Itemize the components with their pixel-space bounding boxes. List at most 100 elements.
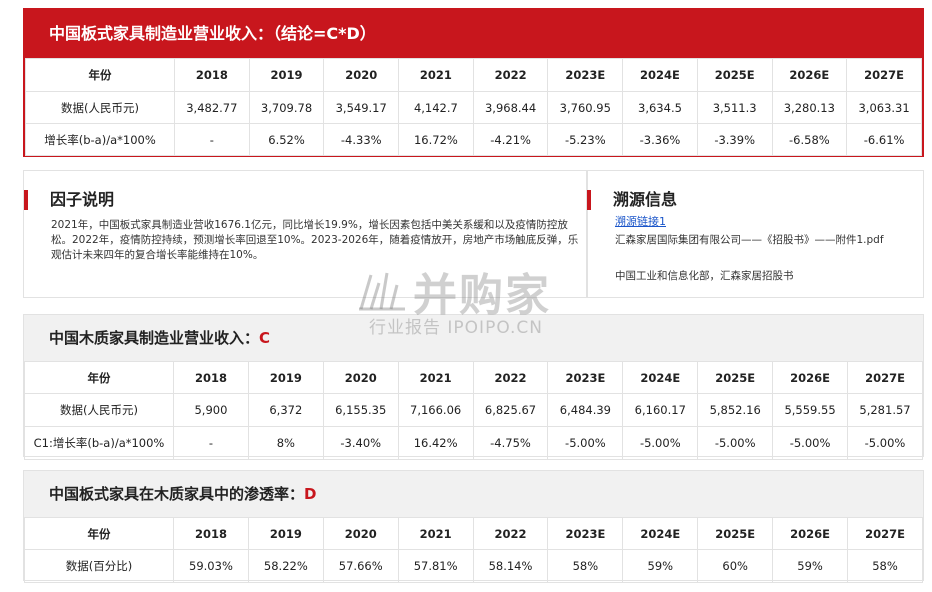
year-cell: 2018 — [173, 517, 249, 550]
value-cell: 16.42% — [397, 426, 474, 460]
value-cell: 6,155.35 — [322, 393, 399, 427]
value-cell: -3.36% — [622, 123, 698, 156]
year-header: 年份 — [25, 58, 175, 92]
year-cell: 2019 — [247, 361, 324, 394]
value-cell: 58% — [847, 549, 923, 583]
year-cell: 2025E — [697, 361, 774, 394]
source-line-1: 汇森家居国际集团有限公司——《招股书》——附件1.pdf — [615, 234, 884, 246]
table-header-row: 年份 2018 2019 2020 2021 2022 2023E 2024E … — [24, 361, 923, 394]
value-cell: 16.72% — [398, 123, 474, 156]
value-cell: 5,900 — [173, 393, 249, 427]
year-cell: 2024E — [622, 58, 698, 92]
year-cell: 2021 — [398, 58, 474, 92]
value-cell: -5.00% — [547, 426, 624, 460]
value-cell: 57.66% — [322, 549, 399, 583]
year-cell: 2022 — [472, 517, 549, 550]
year-cell: 2027E — [847, 517, 923, 550]
table-row: 数据(百分比) 59.03% 58.22% 57.66% 57.81% 58.1… — [24, 549, 923, 583]
year-header: 年份 — [24, 361, 174, 394]
year-cell: 2026E — [771, 58, 848, 92]
value-cell: 4,142.7 — [398, 91, 474, 124]
value-cell: 58.22% — [247, 549, 324, 583]
penetration-code: D — [304, 485, 317, 503]
value-cell: -5.00% — [697, 426, 774, 460]
year-cell: 2026E — [772, 361, 849, 394]
value-cell: 59% — [622, 549, 699, 583]
table-row: 增长率(b-a)/a*100% - 6.52% -4.33% 16.72% -4… — [25, 123, 922, 156]
wood-revenue-panel: 中国木质家具制造业营业收入：C 年份 2018 2019 2020 2021 2… — [23, 314, 924, 460]
value-cell: 57.81% — [397, 549, 474, 583]
value-cell: -4.75% — [472, 426, 549, 460]
table-row: 数据(人民币元) 3,482.77 3,709.78 3,549.17 4,14… — [25, 91, 922, 124]
row-label: C1:增长率(b-a)/a*100% — [24, 426, 174, 460]
value-cell: 3,549.17 — [323, 91, 400, 124]
year-cell: 2024E — [622, 517, 699, 550]
year-cell: 2025E — [697, 517, 774, 550]
value-cell: 3,709.78 — [248, 91, 325, 124]
value-cell: 6.52% — [248, 123, 325, 156]
value-cell: 6,372 — [247, 393, 324, 427]
penetration-title-text: 中国板式家具在木质家具中的渗透率： — [49, 485, 305, 503]
row-label: 增长率(b-a)/a*100% — [25, 123, 175, 156]
table-row: C1:增长率(b-a)/a*100% - 8% -3.40% 16.42% -4… — [24, 426, 923, 460]
value-cell: 5,281.57 — [847, 393, 923, 427]
year-cell: 2025E — [696, 58, 773, 92]
year-cell: 2023E — [547, 361, 624, 394]
year-cell: 2022 — [472, 58, 549, 92]
value-cell: 3,511.3 — [696, 91, 773, 124]
value-cell: -5.00% — [772, 426, 849, 460]
value-cell: -4.33% — [323, 123, 400, 156]
table-header-row: 年份 2018 2019 2020 2021 2022 2023E 2024E … — [24, 517, 923, 550]
value-cell: 59.03% — [173, 549, 249, 583]
value-cell: 8% — [247, 426, 324, 460]
year-header: 年份 — [24, 517, 174, 550]
value-cell: 6,160.17 — [622, 393, 699, 427]
year-cell: 2027E — [846, 58, 922, 92]
year-cell: 2023E — [547, 58, 624, 92]
penetration-table: 年份 2018 2019 2020 2021 2022 2023E 2024E … — [24, 517, 923, 583]
table-row: 数据(人民币元) 5,900 6,372 6,155.35 7,166.06 6… — [24, 393, 923, 427]
factor-panel: 因子说明 2021年，中国板式家具制造业营收1676.1亿元，同比增长19.9%… — [23, 170, 588, 298]
year-cell: 2024E — [622, 361, 699, 394]
value-cell: -4.21% — [472, 123, 549, 156]
value-cell: 7,166.06 — [397, 393, 474, 427]
year-cell: 2023E — [547, 517, 624, 550]
main-table: 年份 2018 2019 2020 2021 2022 2023E 2024E … — [25, 58, 922, 156]
value-cell: -3.40% — [322, 426, 399, 460]
value-cell: 58.14% — [472, 549, 549, 583]
year-cell: 2021 — [397, 361, 474, 394]
row-label: 数据(人民币元) — [24, 393, 174, 427]
penetration-title: 中国板式家具在木质家具中的渗透率：D — [24, 471, 923, 517]
source-panel: 溯源信息 溯源链接1 汇森家居国际集团有限公司——《招股书》——附件1.pdf … — [586, 170, 924, 298]
row-label: 数据(人民币元) — [25, 91, 175, 124]
factor-text: 2021年，中国板式家具制造业营收1676.1亿元，同比增长19.9%，增长因素… — [51, 219, 579, 261]
value-cell: 3,634.5 — [622, 91, 698, 124]
year-cell: 2020 — [323, 58, 400, 92]
year-cell: 2022 — [472, 361, 549, 394]
value-cell: 3,280.13 — [771, 91, 848, 124]
source-link[interactable]: 溯源链接1 — [615, 213, 666, 229]
year-cell: 2026E — [772, 517, 849, 550]
year-cell: 2018 — [173, 361, 249, 394]
value-cell: 3,760.95 — [547, 91, 624, 124]
wood-table: 年份 2018 2019 2020 2021 2022 2023E 2024E … — [24, 361, 923, 460]
value-cell: 58% — [547, 549, 624, 583]
row-label: 数据(百分比) — [24, 549, 174, 583]
source-title: 溯源信息 — [587, 190, 677, 210]
value-cell: 3,968.44 — [472, 91, 549, 124]
year-cell: 2019 — [247, 517, 324, 550]
value-cell: -5.00% — [847, 426, 923, 460]
value-cell: 6,484.39 — [547, 393, 624, 427]
value-cell: 3,482.77 — [174, 91, 250, 124]
value-cell: -6.61% — [846, 123, 922, 156]
wood-code: C — [259, 329, 271, 347]
value-cell: -3.39% — [696, 123, 773, 156]
year-cell: 2019 — [248, 58, 325, 92]
year-cell: 2021 — [397, 517, 474, 550]
value-cell: 6,825.67 — [472, 393, 549, 427]
main-title: 中国板式家具制造业营业收入：（结论=C*D） — [25, 10, 922, 58]
value-cell: 60% — [697, 549, 774, 583]
value-cell: 3,063.31 — [846, 91, 922, 124]
penetration-panel: 中国板式家具在木质家具中的渗透率：D 年份 2018 2019 2020 202… — [23, 470, 924, 583]
factor-title: 因子说明 — [24, 190, 114, 210]
